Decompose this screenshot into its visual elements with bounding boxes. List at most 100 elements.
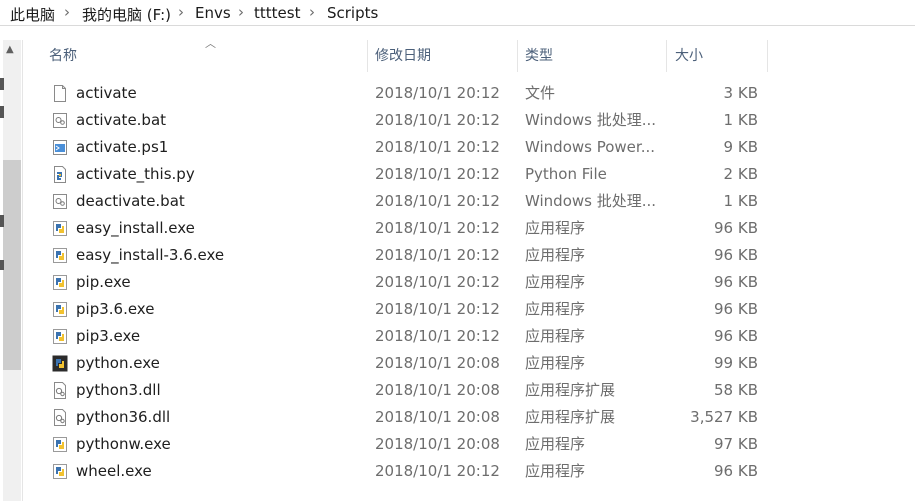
file-row[interactable]: pip.exe 2018/10/1 20:12 应用程序 96 KB xyxy=(22,269,915,296)
file-row[interactable]: activate.ps1 2018/10/1 20:12 Windows Power… xyxy=(22,134,915,161)
nav-pane-scrollbar-thumb[interactable] xyxy=(3,160,21,370)
python-console-icon xyxy=(52,355,68,372)
file-type: 文件 xyxy=(525,84,556,102)
python-exe-icon xyxy=(52,274,68,291)
python-exe-icon xyxy=(52,301,68,318)
column-header-date[interactable]: 修改日期 xyxy=(375,40,431,72)
file-name: pip3.exe xyxy=(76,327,141,345)
file-size: 3,527 KB xyxy=(690,408,758,426)
file-modified-date: 2018/10/1 20:12 xyxy=(375,462,500,480)
file-size: 99 KB xyxy=(714,354,758,372)
dll-file-icon xyxy=(52,409,68,426)
file-type: Python File xyxy=(525,165,607,183)
file-size: 2 KB xyxy=(723,165,758,183)
file-name: activate.bat xyxy=(76,111,167,129)
file-size: 96 KB xyxy=(714,273,758,291)
file-row[interactable]: deactivate.bat 2018/10/1 20:12 Windows 批处理… xyxy=(22,188,915,215)
file-type: 应用程序 xyxy=(525,273,586,291)
file-size: 97 KB xyxy=(714,435,758,453)
file-modified-date: 2018/10/1 20:08 xyxy=(375,354,500,372)
nav-item-fragment xyxy=(0,106,4,118)
sort-ascending-icon: ︿ xyxy=(205,37,216,50)
file-row[interactable]: pip3.6.exe 2018/10/1 20:12 应用程序 96 KB xyxy=(22,296,915,323)
file-size: 3 KB xyxy=(723,84,758,102)
file-size: 96 KB xyxy=(714,219,758,237)
file-modified-date: 2018/10/1 20:12 xyxy=(375,138,500,156)
file-size: 96 KB xyxy=(714,462,758,480)
file-modified-date: 2018/10/1 20:12 xyxy=(375,165,500,183)
file-size: 96 KB xyxy=(714,246,758,264)
column-divider[interactable] xyxy=(666,40,667,72)
blank-file-icon xyxy=(52,85,68,102)
python-exe-icon xyxy=(52,220,68,237)
nav-item-fragment xyxy=(0,260,4,270)
file-row[interactable]: wheel.exe 2018/10/1 20:12 应用程序 96 KB xyxy=(22,458,915,485)
column-header-type[interactable]: 类型 xyxy=(525,40,553,72)
python-exe-icon xyxy=(52,247,68,264)
file-name: activate_this.py xyxy=(76,165,195,183)
breadcrumb-drive-f[interactable]: 我的电脑 (F:) xyxy=(82,4,171,25)
file-type: 应用程序 xyxy=(525,435,586,453)
python-exe-icon xyxy=(52,463,68,480)
file-size: 1 KB xyxy=(723,192,758,210)
column-divider[interactable] xyxy=(767,40,768,72)
file-row[interactable]: easy_install-3.6.exe 2018/10/1 20:12 应用程序 9… xyxy=(22,242,915,269)
file-row[interactable]: easy_install.exe 2018/10/1 20:12 应用程序 96 KB xyxy=(22,215,915,242)
file-row[interactable]: pythonw.exe 2018/10/1 20:08 应用程序 97 KB xyxy=(22,431,915,458)
file-name: easy_install.exe xyxy=(76,219,195,237)
file-row[interactable]: activate_this.py 2018/10/1 20:12 Python Fi… xyxy=(22,161,915,188)
file-size: 96 KB xyxy=(714,300,758,318)
file-size: 58 KB xyxy=(714,381,758,399)
file-modified-date: 2018/10/1 20:08 xyxy=(375,408,500,426)
file-size: 1 KB xyxy=(723,111,758,129)
scroll-up-arrow-icon[interactable]: ▲ xyxy=(6,44,14,55)
file-modified-date: 2018/10/1 20:12 xyxy=(375,111,500,129)
file-modified-date: 2018/10/1 20:12 xyxy=(375,327,500,345)
file-type: 应用程序 xyxy=(525,219,586,237)
breadcrumb-ttttest[interactable]: ttttest xyxy=(254,4,300,22)
file-name: python.exe xyxy=(76,354,160,372)
file-type: 应用程序 xyxy=(525,300,586,318)
dll-file-icon xyxy=(52,382,68,399)
file-row[interactable]: python36.dll 2018/10/1 20:08 应用程序扩展 3,527 K… xyxy=(22,404,915,431)
column-header-size[interactable]: 大小 xyxy=(675,40,703,72)
file-type: 应用程序扩展 xyxy=(525,408,616,426)
file-name: easy_install-3.6.exe xyxy=(76,246,225,264)
chevron-right-icon[interactable]: › xyxy=(309,3,315,21)
file-type: 应用程序 xyxy=(525,246,586,264)
file-name: deactivate.bat xyxy=(76,192,185,210)
breadcrumb-scripts[interactable]: Scripts xyxy=(327,4,378,22)
file-name: pip3.6.exe xyxy=(76,300,155,318)
file-row[interactable]: activate.bat 2018/10/1 20:12 Windows 批处理..… xyxy=(22,107,915,134)
file-type: 应用程序 xyxy=(525,462,586,480)
column-header-name[interactable]: 名称 xyxy=(49,40,77,72)
file-name: wheel.exe xyxy=(76,462,152,480)
column-divider[interactable] xyxy=(367,40,368,72)
column-divider[interactable] xyxy=(517,40,518,72)
breadcrumb-this-pc[interactable]: 此电脑 xyxy=(10,4,55,25)
file-row[interactable]: pip3.exe 2018/10/1 20:12 应用程序 96 KB xyxy=(22,323,915,350)
chevron-right-icon[interactable]: › xyxy=(64,3,70,21)
file-type: Windows Power... xyxy=(525,138,656,156)
file-type: 应用程序 xyxy=(525,327,586,345)
chevron-right-icon[interactable]: › xyxy=(238,3,244,21)
chevron-right-icon[interactable]: › xyxy=(178,3,184,21)
address-breadcrumb-bar: 此电脑 › 我的电脑 (F:) › Envs › ttttest › Scrip… xyxy=(0,0,915,26)
batch-file-icon xyxy=(52,193,68,210)
python-exe-icon xyxy=(52,436,68,453)
file-size: 9 KB xyxy=(723,138,758,156)
powershell-file-icon xyxy=(52,139,68,156)
nav-item-fragment xyxy=(0,78,4,90)
batch-file-icon xyxy=(52,112,68,129)
file-modified-date: 2018/10/1 20:12 xyxy=(375,300,500,318)
python-file-icon xyxy=(52,166,68,183)
breadcrumb-envs[interactable]: Envs xyxy=(195,4,231,22)
file-name: python36.dll xyxy=(76,408,171,426)
file-name: activate.ps1 xyxy=(76,138,169,156)
file-row[interactable]: activate 2018/10/1 20:12 文件 3 KB xyxy=(22,80,915,107)
file-name: pip.exe xyxy=(76,273,131,291)
file-list-header: 名称 修改日期 类型 大小 xyxy=(22,40,915,72)
file-row[interactable]: python.exe 2018/10/1 20:08 应用程序 99 KB xyxy=(22,350,915,377)
file-row[interactable]: python3.dll 2018/10/1 20:08 应用程序扩展 58 KB xyxy=(22,377,915,404)
file-name: activate xyxy=(76,84,137,102)
